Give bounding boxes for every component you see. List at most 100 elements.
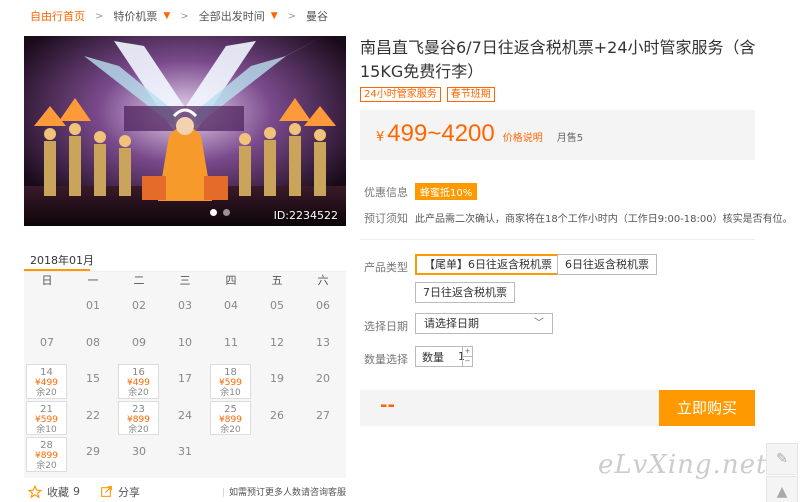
product-type-option-7day[interactable]: 7日往返含税机票 [415, 282, 515, 303]
calendar-empty-cell [300, 436, 346, 473]
note-divider: | [221, 488, 225, 498]
arrow-up-icon: ▲ [776, 484, 788, 500]
calendar-day-available[interactable]: 18 ¥599 余10 [208, 363, 254, 400]
calendar-day-number: 16 [132, 367, 145, 378]
breadcrumb: 自由行首页 > 特价机票 ▼ > 全部出发时间 ▼ > 曼谷 [0, 0, 800, 32]
feedback-icon: ✎ [776, 451, 788, 467]
breadcrumb-category-label: 特价机票 [113, 10, 158, 23]
product-hero-image[interactable]: ID:2234522 [24, 36, 346, 226]
product-title: 南昌直飞曼谷6/7日往返含税机票+24小时管家服务（含15KG免费行李） [360, 38, 756, 81]
date-select[interactable]: 请选择日期 ﹀ [415, 313, 553, 334]
buy-now-button[interactable]: 立即购买 [659, 390, 755, 426]
calendar-weekday: 日 [41, 274, 53, 287]
caret-down-icon: ▼ [270, 11, 278, 21]
discount-badge: 蜂蜜抵10% [415, 183, 478, 200]
calendar-day: 26 [270, 408, 284, 422]
calendar-day: 10 [178, 335, 192, 349]
share-icon [101, 486, 112, 497]
price-note-link[interactable]: 价格说明 [503, 129, 543, 144]
calendar-day-number: 23 [132, 403, 145, 415]
product-footer: 收藏 9 分享 | 如需预订更多人数请咨询客服 [24, 481, 346, 502]
calendar-day: 30 [132, 445, 146, 458]
calendar-day: 19 [270, 372, 284, 385]
stage-show-illustration [24, 36, 346, 226]
calendar-day-price: ¥499 [35, 378, 58, 388]
calendar-day-available[interactable]: 16 ¥499 余20 [116, 363, 162, 400]
calendar-weekday: 四 [225, 274, 237, 287]
monthly-sales: 月售5 [556, 133, 584, 144]
calendar-day-available[interactable]: 28 ¥899 余20 [24, 436, 70, 473]
total-price-placeholder: -- [380, 395, 395, 416]
calendar-month-tab[interactable]: 2018年01月 [30, 252, 94, 268]
side-feedback-tab[interactable]: ✎ [766, 443, 798, 475]
calendar-day: 17 [178, 372, 192, 385]
product-type-option-tail-6day[interactable]: 【尾单】6日往返含税机票 [415, 254, 561, 275]
calendar-day-price: ¥599 [35, 414, 58, 425]
breadcrumb-destination: 曼谷 [306, 10, 329, 23]
calendar-day: 02 [132, 299, 146, 312]
calendar-day-box[interactable]: 14 ¥499 余20 [26, 364, 67, 399]
calendar-day: 06 [316, 299, 330, 312]
breadcrumb-time-dropdown[interactable]: 全部出发时间 ▼ [199, 8, 278, 24]
quantity-stepper[interactable]: 数量 1 + − [415, 346, 473, 367]
calendar-day: 15 [86, 372, 100, 385]
decrement-icon[interactable]: − [463, 357, 472, 367]
quantity-inner-label: 数量 [422, 350, 444, 364]
notice-text: 此产品需二次确认，商家将在18个工作小时内（工作日9:00-18:00）核实是否… [415, 214, 793, 225]
contact-note: | 如需预订更多人数请咨询客服 [222, 485, 346, 498]
calendar-day-price: ¥899 [219, 414, 242, 425]
calendar-day: 24 [178, 408, 192, 422]
carousel-dots [210, 209, 230, 216]
back-to-top-tab[interactable]: ▲ [766, 476, 798, 502]
quantity-label: 数量选择 [364, 353, 408, 366]
calendar-day-number: 25 [224, 403, 237, 415]
calendar-day-price: ¥899 [127, 414, 150, 425]
calendar-day: 01 [86, 299, 100, 312]
calendar-day-available[interactable]: 25 ¥899 余20 [208, 400, 254, 437]
share-label: 分享 [118, 485, 140, 499]
calendar-day: 08 [86, 335, 100, 349]
calendar-day: 12 [270, 335, 284, 349]
calendar-empty-cell [24, 290, 70, 327]
notice-label: 预订须知 [364, 212, 408, 225]
calendar-day-remaining: 余10 [36, 424, 57, 435]
product-type-option-6day[interactable]: 6日往返含税机票 [557, 254, 657, 275]
calendar-day-box[interactable]: 21 ¥599 余10 [26, 400, 67, 435]
favorite-button[interactable]: 收藏 9 [28, 484, 80, 500]
calendar-day-box[interactable]: 25 ¥899 余20 [210, 400, 251, 435]
calendar-day-box[interactable]: 16 ¥499 余20 [118, 364, 159, 399]
calendar-day: 20 [316, 372, 330, 385]
date-select-placeholder: 请选择日期 [424, 317, 479, 330]
breadcrumb-category-dropdown[interactable]: 特价机票 ▼ [113, 8, 170, 24]
caret-down-icon: ▼ [163, 11, 171, 21]
calendar-day: 05 [270, 299, 284, 312]
section-divider [360, 239, 755, 240]
increment-icon[interactable]: + [463, 347, 472, 357]
carousel-dot[interactable] [223, 209, 230, 216]
calendar-day: 07 [40, 335, 54, 349]
contact-note-text: 如需预订更多人数请咨询客服 [228, 488, 346, 498]
share-button[interactable]: 分享 [100, 484, 140, 500]
calendar-day: 11 [224, 335, 238, 349]
calendar-day: 31 [178, 445, 192, 458]
carousel-dot[interactable] [210, 209, 217, 216]
calendar-weekday: 一 [87, 274, 99, 287]
calendar-day-available[interactable]: 23 ¥899 余20 [116, 400, 162, 437]
favorite-label: 收藏 [47, 485, 69, 499]
calendar-day-box[interactable]: 23 ¥899 余20 [118, 400, 159, 435]
calendar-day-available[interactable]: 21 ¥599 余10 [24, 400, 70, 437]
breadcrumb-home-link[interactable]: 自由行首页 [30, 8, 85, 24]
tag-spring-festival: 春节班期 [446, 87, 495, 102]
calendar-day: 09 [132, 335, 146, 349]
calendar-day-available[interactable]: 14 ¥499 余20 [24, 363, 70, 400]
calendar-day-number: 21 [40, 403, 53, 415]
calendar-day-box[interactable]: 18 ¥599 余10 [210, 364, 251, 399]
calendar-day-remaining: 余10 [220, 388, 241, 398]
calendar-day-number: 18 [224, 367, 237, 378]
price-panel: ¥ 499~4200 价格说明 月售5 [360, 110, 755, 160]
calendar-day-box[interactable]: 28 ¥899 余20 [26, 437, 67, 472]
calendar-weekday: 二 [133, 274, 145, 287]
calendar-weekday: 六 [317, 274, 329, 287]
price-calendar: 日一二三四五六 01 02 03 04 05 06 07 08 09 10 11 12 13 14 ¥499 余… [24, 272, 346, 478]
calendar-day-number: 28 [40, 440, 53, 451]
